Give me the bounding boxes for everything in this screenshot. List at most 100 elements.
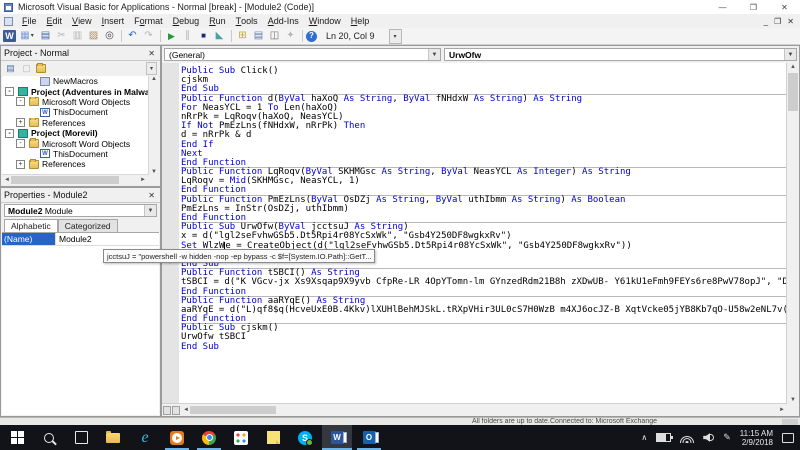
tree-item-project-morevil[interactable]: -Project (Morevil) <box>2 128 159 138</box>
project-tree-vertical-scrollbar[interactable]: ▲▼ <box>148 76 159 175</box>
find-icon[interactable]: ◎ <box>102 29 117 43</box>
menu-addins[interactable]: Add-Ins <box>263 14 304 28</box>
mdi-restore-button[interactable]: ❐ <box>774 17 781 26</box>
collapse-icon[interactable]: - <box>16 139 25 148</box>
chevron-down-icon[interactable]: ▼ <box>784 49 796 60</box>
tree-item-references[interactable]: +References <box>2 118 159 128</box>
collapse-icon[interactable]: - <box>16 97 25 106</box>
property-row[interactable]: (Name)Module2 <box>2 233 159 246</box>
code-line[interactable]: End Sub <box>181 343 787 352</box>
design-mode-icon[interactable]: ◣ <box>212 29 227 43</box>
close-button[interactable]: ✕ <box>769 0 800 14</box>
project-explorer-icon[interactable]: ⊞ <box>235 29 250 43</box>
hidden-icons-chevron-icon[interactable]: ∧ <box>641 433 647 442</box>
menu-run[interactable]: Run <box>204 14 231 28</box>
save-icon[interactable]: ▤ <box>38 29 53 43</box>
battery-icon[interactable] <box>656 433 671 442</box>
project-toolbar-overflow-button[interactable]: ▾ <box>146 62 157 75</box>
object-browser-icon[interactable]: ◫ <box>267 29 282 43</box>
help-icon[interactable]: ? <box>306 31 317 42</box>
mdi-minimize-button[interactable]: _ <box>764 17 768 26</box>
expand-icon[interactable]: + <box>16 160 25 169</box>
menu-insert[interactable]: Insert <box>97 14 130 28</box>
menu-debug[interactable]: Debug <box>168 14 205 28</box>
procedure-dropdown[interactable]: UrwOfw ▼ <box>444 48 797 61</box>
code-editor-area[interactable]: Public Sub Click()cjskmEnd SubPublic Fun… <box>179 63 787 404</box>
tab-categorized[interactable]: Categorized <box>58 219 118 232</box>
cut-icon[interactable]: ✂ <box>54 29 69 43</box>
code-horizontal-scrollbar[interactable]: ◄► <box>162 403 787 416</box>
code-line[interactable]: UrwOfw tSBCI <box>181 333 787 342</box>
toolbox-icon[interactable]: ✦ <box>283 29 298 43</box>
chrome-icon[interactable] <box>194 425 224 450</box>
tree-item-thisdocument[interactable]: WThisDocument <box>2 149 159 159</box>
properties-window-icon[interactable]: ▤ <box>251 29 266 43</box>
reset-icon[interactable]: ■ <box>196 29 211 43</box>
menu-edit[interactable]: Edit <box>42 14 68 28</box>
media-player-icon[interactable] <box>162 425 192 450</box>
mdi-close-button[interactable]: ✕ <box>787 17 794 26</box>
menu-help[interactable]: Help <box>346 14 375 28</box>
minimize-button[interactable]: — <box>707 0 738 14</box>
properties-panel-close-icon[interactable]: ✕ <box>146 191 157 200</box>
tab-alphabetic[interactable]: Alphabetic <box>4 219 58 232</box>
code-line[interactable]: cjskm <box>181 76 787 85</box>
undo-icon[interactable]: ↶ <box>125 29 140 43</box>
property-name-cell[interactable]: (Name) <box>2 233 55 245</box>
project-panel-close-icon[interactable]: ✕ <box>146 49 157 58</box>
action-center-icon[interactable] <box>782 433 794 443</box>
start-button[interactable] <box>2 425 32 450</box>
restore-button[interactable]: ❐ <box>738 0 769 14</box>
run-icon[interactable]: ▶ <box>164 29 179 43</box>
toggle-folders-icon[interactable] <box>36 63 49 75</box>
outlook-icon[interactable]: O <box>354 425 384 450</box>
expand-icon[interactable]: + <box>16 118 25 127</box>
chevron-down-icon[interactable]: ▼ <box>428 49 440 60</box>
code-line[interactable]: Public Sub Click() <box>181 67 787 76</box>
code-line[interactable]: tSBCI = d("K VGcv-jx Xs9Xsqap9X9yvb CfpR… <box>181 278 787 287</box>
search-button[interactable] <box>34 425 64 450</box>
chevron-down-icon[interactable]: ▼ <box>144 205 156 216</box>
menu-file[interactable]: File <box>17 14 42 28</box>
app-grid-icon[interactable] <box>226 425 256 450</box>
tree-item-microsoft-word-objects[interactable]: -Microsoft Word Objects <box>2 97 159 107</box>
paste-icon[interactable]: ▨ <box>86 29 101 43</box>
code-line[interactable]: If Not PmEzLns(fNHdxW, nRrPk) Then <box>181 122 787 131</box>
word-icon[interactable]: W <box>322 425 352 450</box>
toolbar-overflow-button[interactable]: ▾ <box>389 29 402 44</box>
tree-item-microsoft-word-objects[interactable]: -Microsoft Word Objects <box>2 138 159 148</box>
menu-tools[interactable]: Tools <box>231 14 263 28</box>
internet-explorer-icon[interactable]: e <box>130 425 160 450</box>
redo-icon[interactable]: ↷ <box>141 29 156 43</box>
break-icon[interactable]: ∥ <box>180 29 195 43</box>
tree-item-newmacros[interactable]: NewMacros <box>2 76 159 86</box>
tree-item-project-adventures-in-malware-part[interactable]: -Project (Adventures in Malware,part <box>2 86 159 96</box>
code-line[interactable]: PmEzLns = InStr(OsDZj, uthIbmm) <box>181 205 787 214</box>
menu-view[interactable]: View <box>67 14 97 28</box>
object-dropdown[interactable]: (General) ▼ <box>164 48 441 61</box>
code-line[interactable]: aaRYqE = d("L)qf8$q(HcveUxE0B.4Kkv)lXUHl… <box>181 306 787 315</box>
insert-userform-icon[interactable]: ▦▾ <box>17 29 37 43</box>
sticky-notes-icon[interactable] <box>258 425 288 450</box>
menu-window[interactable]: Window <box>304 14 346 28</box>
view-code-icon[interactable]: ▤ <box>4 63 17 75</box>
file-explorer-icon[interactable] <box>98 425 128 450</box>
code-line[interactable]: Next <box>181 150 787 159</box>
skype-icon[interactable]: S <box>290 425 320 450</box>
full-module-view-button[interactable] <box>172 406 180 415</box>
code-line[interactable]: Public Sub cjskm() <box>181 323 787 333</box>
margin-indicator-bar[interactable] <box>162 63 180 404</box>
clock[interactable]: 11:15 AM 2/9/2018 <box>740 429 773 447</box>
wifi-icon[interactable] <box>680 433 694 443</box>
code-line[interactable]: d = nRrPk & d <box>181 131 787 140</box>
code-line[interactable]: End If <box>181 141 787 150</box>
tree-item-thisdocument[interactable]: WThisDocument <box>2 107 159 117</box>
task-view-button[interactable] <box>66 425 96 450</box>
menu-format[interactable]: Format <box>129 14 168 28</box>
code-line[interactable]: LqRoqv = Mid(SKHMGsc, NeasYCL, 1) <box>181 177 787 186</box>
copy-icon[interactable]: ▥ <box>70 29 85 43</box>
collapse-icon[interactable]: - <box>5 129 14 138</box>
volume-icon[interactable] <box>703 433 714 442</box>
project-tree-horizontal-scrollbar[interactable]: ◄► <box>2 174 148 185</box>
code-vertical-scrollbar[interactable]: ▲▼ <box>786 63 799 404</box>
